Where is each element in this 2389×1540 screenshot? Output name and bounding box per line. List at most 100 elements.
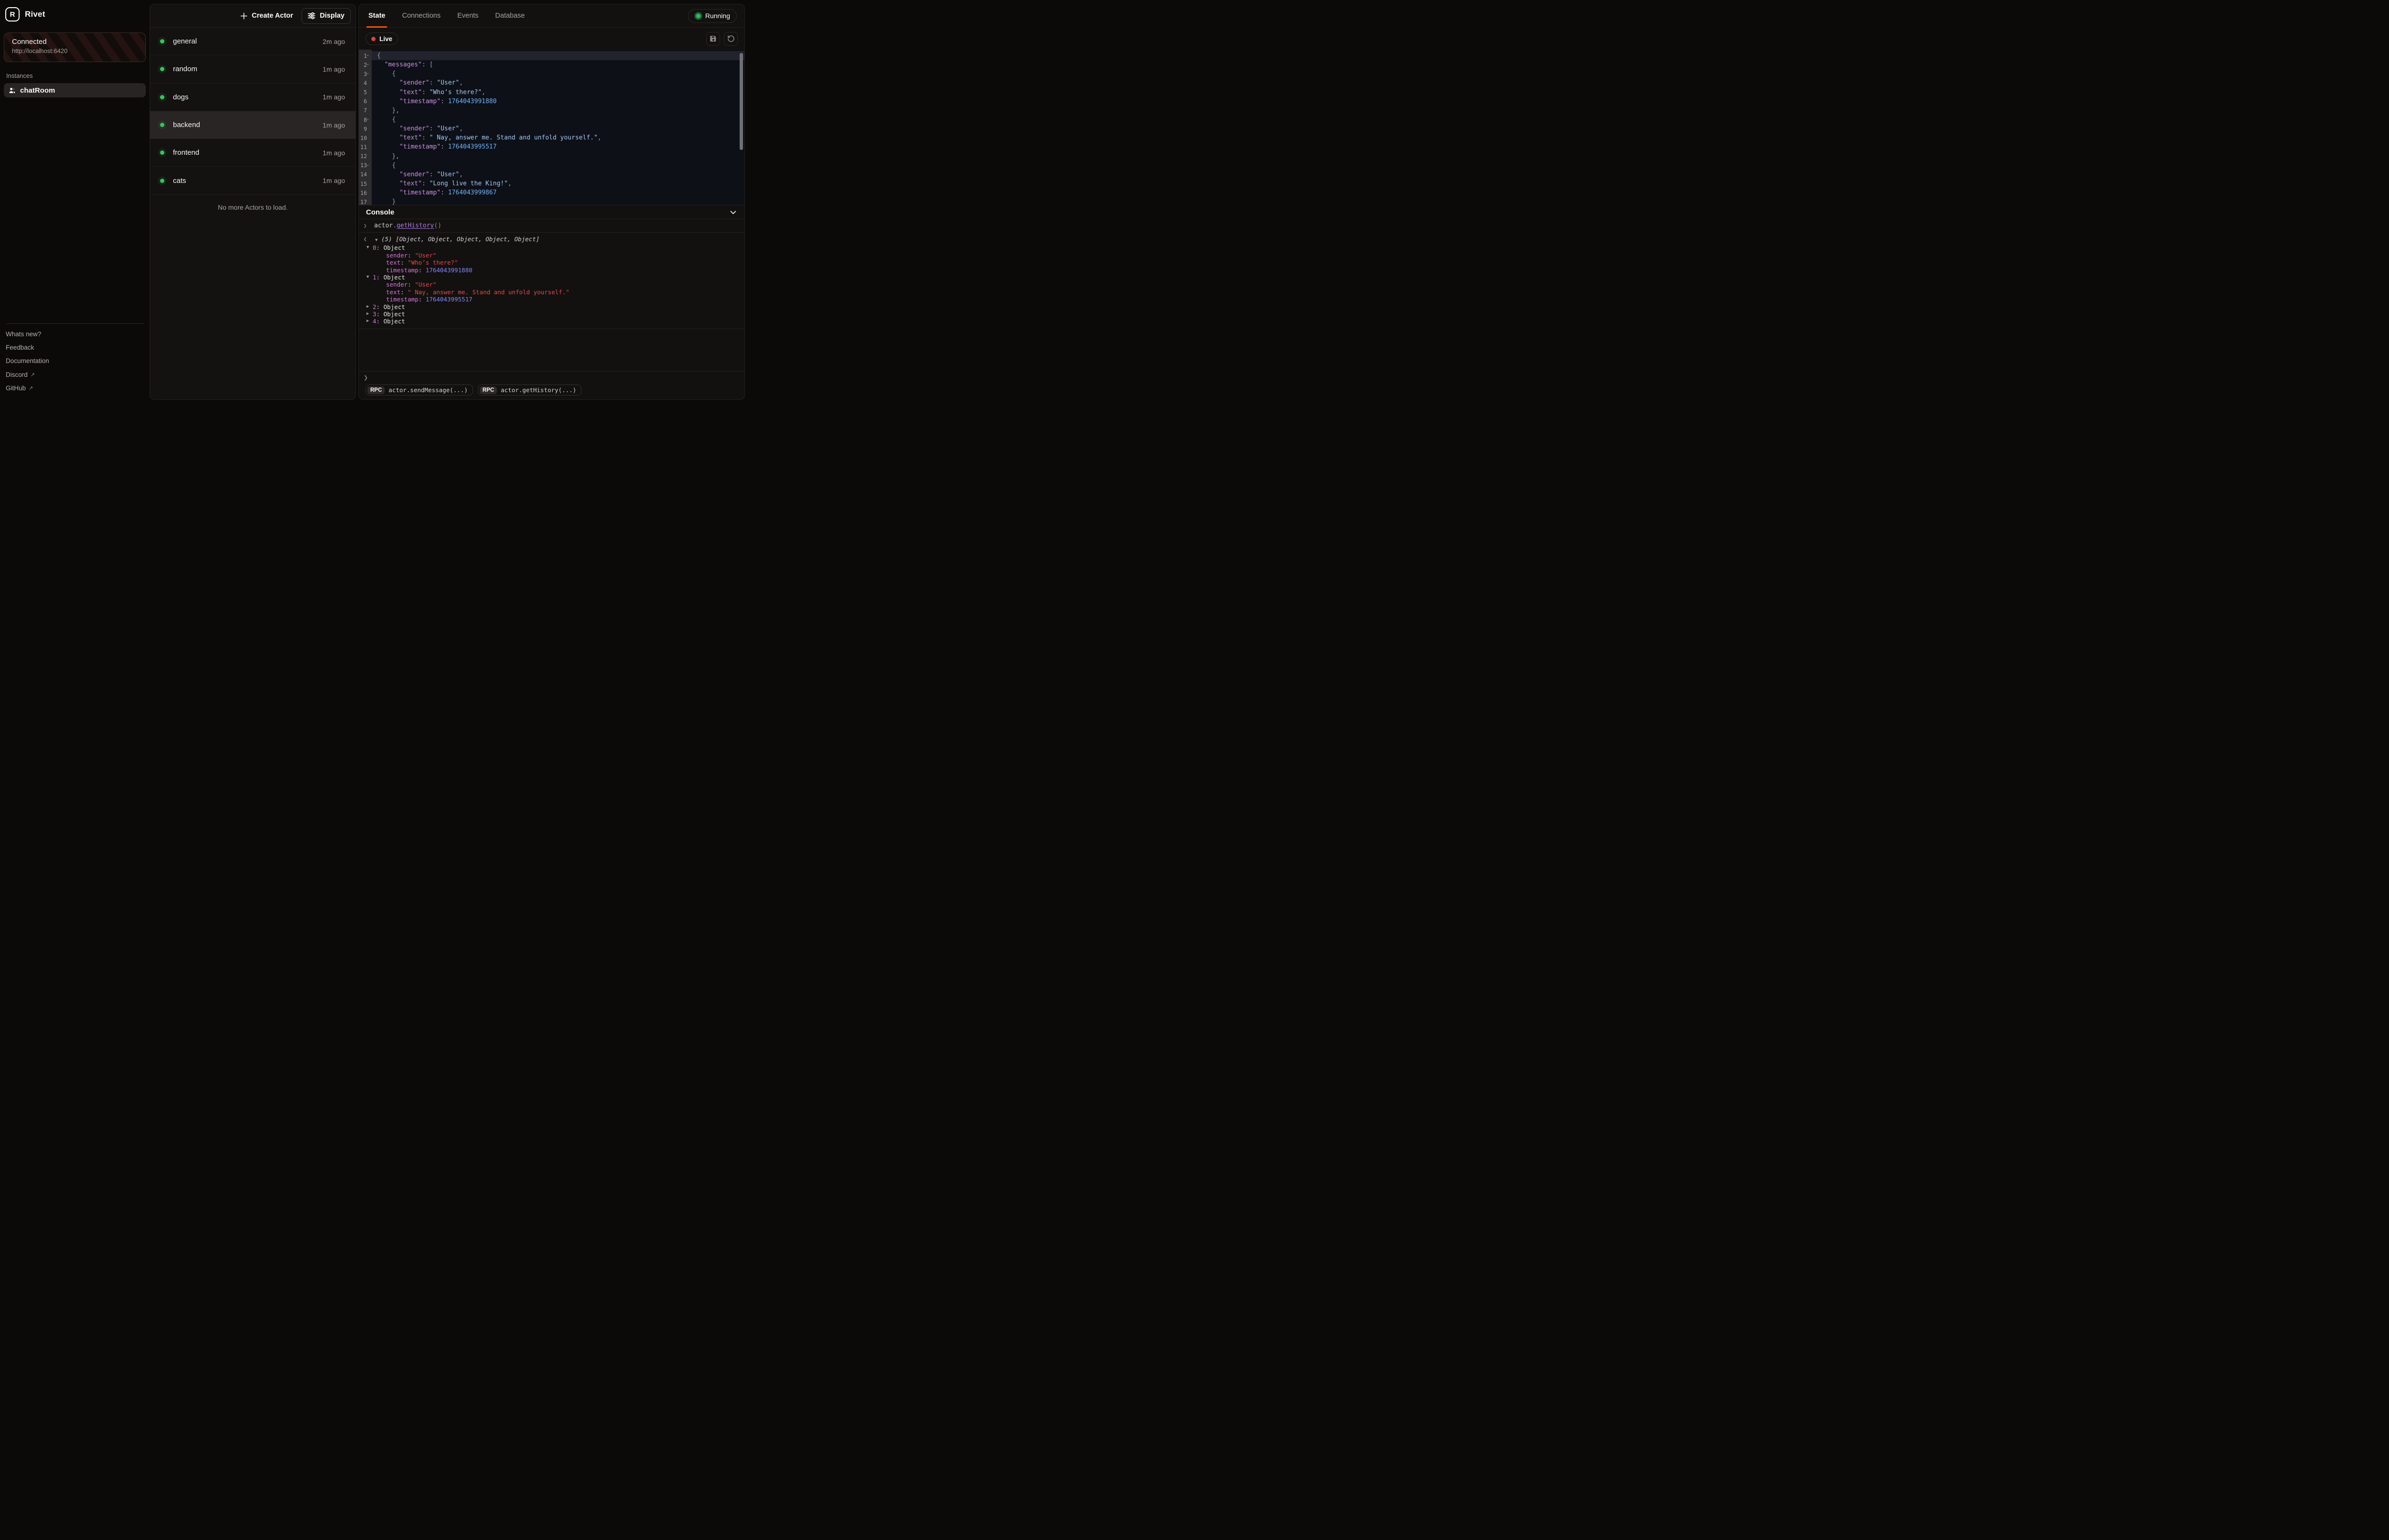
actor-last-active: 1m ago <box>323 121 345 129</box>
actor-status-dot-icon <box>160 95 164 99</box>
editor-line[interactable]: "timestamp": 1764043995517 <box>372 142 744 151</box>
footer-link-feedback[interactable]: Feedback <box>6 341 145 354</box>
console-object-row[interactable]: ▶3: Object <box>359 310 744 318</box>
actor-row[interactable]: dogs1m ago <box>150 84 355 111</box>
gutter-line-number[interactable]: 8› <box>359 115 372 124</box>
gutter-line-number: 7 <box>359 106 372 115</box>
save-icon <box>710 35 717 43</box>
console-prop-row: text: "Who’s there?" <box>359 259 744 266</box>
editor-line[interactable]: "timestamp": 1764043999867 <box>372 188 744 197</box>
actor-row[interactable]: backend1m ago <box>150 111 355 139</box>
editor-line[interactable]: "text": " Nay, answer me. Stand and unfo… <box>372 133 744 142</box>
editor-line[interactable]: "sender": "User", <box>372 170 744 179</box>
app-title: Rivet <box>25 10 45 19</box>
rpc-shortcut-button[interactable]: RPCactor.sendMessage(...) <box>366 385 473 396</box>
editor-line[interactable]: { <box>372 51 744 60</box>
console-title: Console <box>366 208 394 216</box>
rpc-badge: RPC <box>480 386 497 394</box>
actors-empty-note: No more Actors to load. <box>150 203 355 211</box>
editor-line[interactable]: "sender": "User", <box>372 78 744 87</box>
display-button[interactable]: Display <box>301 8 351 24</box>
gutter-line-number: 6 <box>359 97 372 106</box>
live-badge[interactable]: Live <box>366 32 398 45</box>
gutter-line-number[interactable]: 2› <box>359 60 372 69</box>
fold-chevron-icon: › <box>366 73 371 75</box>
editor-line[interactable]: { <box>372 161 744 170</box>
console-input[interactable]: ❯ <box>359 371 744 384</box>
live-dot-icon <box>371 37 376 41</box>
actor-row[interactable]: random1m ago <box>150 55 355 83</box>
actor-row[interactable]: cats1m ago <box>150 167 355 194</box>
actor-name: frontend <box>173 149 323 157</box>
actor-name: random <box>173 65 323 73</box>
editor-line[interactable]: } <box>372 197 744 205</box>
console-result-row: ❮▼(5) [Object, Object, Object, Object, O… <box>359 235 744 244</box>
state-json-editor[interactable]: 1›2›3›45678›910111213›14151617 { "messag… <box>359 50 744 205</box>
expand-triangle-icon[interactable]: ▼ <box>375 237 381 244</box>
editor-line[interactable]: }, <box>372 106 744 115</box>
instances-label: Instances <box>6 72 146 79</box>
editor-line[interactable]: "text": "Long live the King!", <box>372 179 744 188</box>
fold-chevron-icon: › <box>366 64 371 65</box>
tab-state[interactable]: State <box>366 4 387 27</box>
footer-divider <box>6 323 145 324</box>
tab-database[interactable]: Database <box>493 4 527 27</box>
gutter-line-number[interactable]: 1› <box>359 51 372 60</box>
revert-state-button[interactable] <box>724 32 738 46</box>
gutter-line-number[interactable]: 13› <box>359 161 372 170</box>
editor-gutter: 1›2›3›45678›910111213›14151617 <box>359 50 372 205</box>
footer-link-whats-new-[interactable]: Whats new? <box>6 327 145 341</box>
create-actor-label: Create Actor <box>252 12 293 20</box>
console-object-row[interactable]: ▼0: Object <box>359 244 744 251</box>
editor-line[interactable]: "sender": "User", <box>372 124 744 133</box>
editor-line[interactable]: "messages": [ <box>372 60 744 69</box>
editor-line[interactable]: { <box>372 115 744 124</box>
gutter-line-number[interactable]: 3› <box>359 69 372 78</box>
sidebar-item-instance[interactable]: chatRoom <box>4 83 146 97</box>
footer-link-documentation[interactable]: Documentation <box>6 354 145 368</box>
rivet-app: R Rivet Connected http://localhost:6420 … <box>0 0 749 404</box>
inspector-header: State Connections Events Database Running <box>359 4 744 28</box>
editor-actions <box>706 32 738 46</box>
console-prop-row: sender: "User" <box>359 252 744 259</box>
expand-triangle-icon: ▼ <box>366 244 373 251</box>
display-label: Display <box>320 12 344 20</box>
tab-connections[interactable]: Connections <box>400 4 442 27</box>
prompt-icon: ❯ <box>364 374 374 381</box>
running-dot-icon <box>696 14 700 18</box>
gutter-line-number: 17 <box>359 197 372 205</box>
footer-link-github[interactable]: GitHub↗ <box>6 382 145 395</box>
instances-list: chatRoom <box>4 83 146 97</box>
rpc-shortcut-button[interactable]: RPCactor.getHistory(...) <box>478 385 581 396</box>
expand-triangle-icon: ▼ <box>366 274 373 281</box>
footer-link-discord[interactable]: Discord↗ <box>6 368 145 381</box>
editor-scrollbar[interactable] <box>740 53 743 150</box>
create-actor-button[interactable]: Create Actor <box>235 8 299 24</box>
console-object-row[interactable]: ▼1: Object <box>359 274 744 281</box>
console-object-row[interactable]: ▶4: Object <box>359 318 744 325</box>
sidebar: R Rivet Connected http://localhost:6420 … <box>0 0 150 404</box>
live-badge-label: Live <box>379 35 392 43</box>
collapse-triangle-icon: ▶ <box>366 310 373 318</box>
editor-line[interactable]: "text": "Who’s there?", <box>372 88 744 97</box>
sidebar-footer: Whats new?FeedbackDocumentationDiscord↗G… <box>6 323 145 395</box>
tab-events[interactable]: Events <box>455 4 480 27</box>
result-marker-icon: ❮ <box>364 235 375 244</box>
console-object-row[interactable]: ▶2: Object <box>359 303 744 310</box>
console-prop-row: timestamp: 1764043995517 <box>359 296 744 303</box>
editor-line[interactable]: { <box>372 69 744 78</box>
gutter-line-number: 15 <box>359 179 372 188</box>
editor-line[interactable]: "timestamp": 1764043991880 <box>372 97 744 106</box>
fold-chevron-icon: › <box>366 118 371 120</box>
console-empty-space <box>359 329 744 371</box>
editor-line[interactable]: }, <box>372 152 744 161</box>
status-badge-label: Running <box>705 12 730 20</box>
status-badge[interactable]: Running <box>688 9 737 23</box>
actor-row[interactable]: general2m ago <box>150 28 355 55</box>
save-state-button[interactable] <box>706 32 720 46</box>
gutter-line-number: 10 <box>359 133 372 142</box>
actor-row[interactable]: frontend1m ago <box>150 139 355 167</box>
console-header[interactable]: Console <box>359 205 744 219</box>
logo-letter: R <box>10 11 15 19</box>
gutter-line-number: 14 <box>359 170 372 179</box>
